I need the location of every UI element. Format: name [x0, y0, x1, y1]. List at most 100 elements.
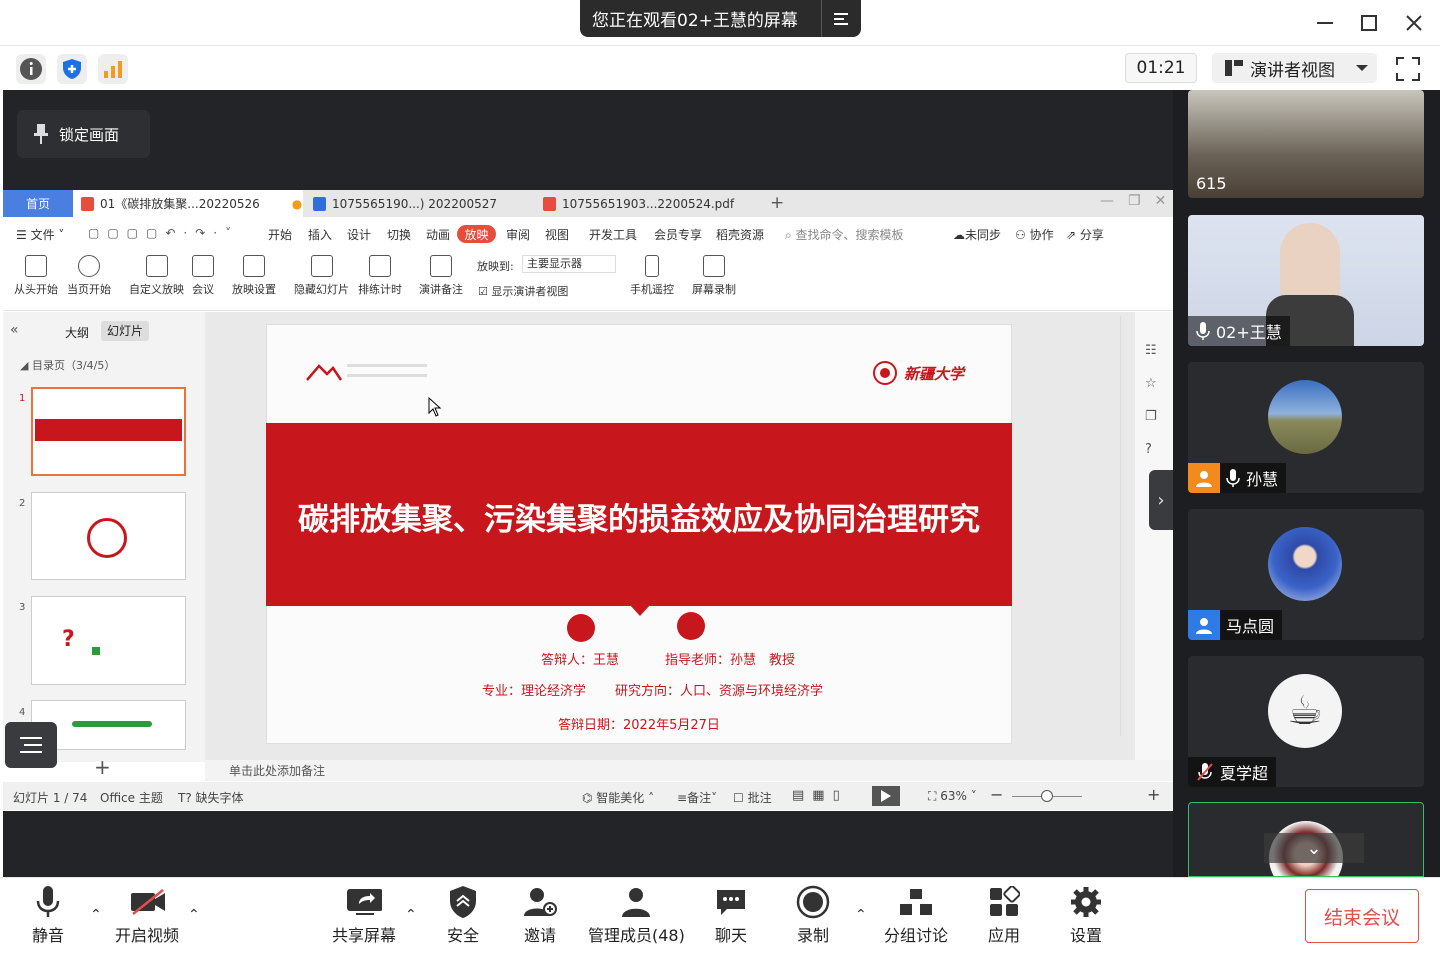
chevron-up-icon[interactable]: ⌃	[855, 907, 867, 923]
collapse-pane-icon[interactable]: «	[10, 322, 19, 338]
menu-transition[interactable]: 切换	[387, 226, 411, 243]
copy-icon[interactable]: ❐	[1145, 409, 1157, 424]
new-tab-icon[interactable]: +	[770, 193, 784, 213]
outline-section-title: 目录页（3/4/5）	[31, 359, 116, 372]
panel-expand-icon[interactable]: ›	[1149, 470, 1173, 530]
star-icon[interactable]: ☆	[1145, 376, 1157, 391]
participant-tile[interactable]: 615	[1188, 90, 1424, 198]
comment-button[interactable]: ☐ 批注	[733, 789, 772, 806]
tab-outline[interactable]: 大纲	[65, 324, 89, 341]
slide-thumbnail-1[interactable]	[31, 387, 186, 476]
shield-icon[interactable]	[57, 54, 87, 84]
chat-button[interactable]: 聊天	[713, 884, 749, 946]
display-select[interactable]: 主要显示器	[522, 255, 616, 273]
zoom-out-icon[interactable]: −	[990, 785, 1003, 804]
custom-show-button[interactable]: 自定义放映	[129, 255, 184, 297]
info-icon[interactable]	[16, 54, 46, 84]
menu-design[interactable]: 设计	[347, 226, 371, 243]
view-switcher[interactable]: ▤▦▯	[792, 788, 848, 803]
slideshow-play-icon[interactable]	[872, 786, 900, 806]
menu-docer[interactable]: 稻壳资源	[716, 226, 764, 243]
participant-tile[interactable]: 02+王慧	[1188, 215, 1424, 346]
close-icon[interactable]: ✕	[1155, 193, 1167, 209]
play-current-button[interactable]: 当页开始	[67, 255, 111, 297]
participant-tile[interactable]: 马点圆	[1188, 509, 1424, 640]
vertical-scrollbar[interactable]	[1120, 316, 1130, 736]
slide-thumbnail-3[interactable]: ?	[31, 596, 186, 685]
apps-button[interactable]: 应用	[986, 884, 1022, 946]
share-banner[interactable]: 您正在观看02+王慧的屏幕	[580, 0, 861, 37]
minimize-icon[interactable]	[1308, 6, 1342, 40]
scroll-down-icon[interactable]: ⌄	[1264, 833, 1364, 863]
chevron-up-icon[interactable]: ⌃	[90, 907, 102, 923]
help-icon[interactable]: ?	[1145, 442, 1157, 457]
command-search[interactable]: ⌕ 查找命令、搜索模板	[785, 226, 904, 243]
speaker-notes-button[interactable]: 演讲备注	[419, 255, 463, 297]
mute-button[interactable]: 静音	[30, 884, 66, 946]
notes-bar[interactable]: 单击此处添加备注	[205, 760, 1173, 781]
missing-font-button[interactable]: T? 缺失字体	[178, 789, 244, 806]
sliders-icon[interactable]: ☷	[1145, 343, 1157, 358]
add-slide-icon[interactable]: +	[94, 755, 111, 779]
zoom-level[interactable]: ⛶ 63% ˅	[928, 789, 977, 804]
lock-screen-button[interactable]: 锁定画面	[17, 110, 150, 158]
manage-members-button[interactable]: 管理成员(48)	[588, 884, 685, 946]
record-button[interactable]: 录制	[795, 884, 831, 946]
menu-insert[interactable]: 插入	[308, 226, 332, 243]
tab-slides[interactable]: 幻灯片	[101, 321, 149, 341]
phone-remote-button[interactable]: 手机遥控	[630, 255, 674, 297]
menu-file[interactable]: ☰ 文件 ˅	[16, 226, 64, 243]
ribbon-label: 会议	[192, 283, 214, 296]
rehearse-button[interactable]: 排练计时	[358, 255, 402, 297]
invite-label: 邀请	[523, 926, 556, 945]
show-settings-button[interactable]: 放映设置	[232, 255, 276, 297]
meeting-button[interactable]: 会议	[192, 255, 214, 297]
settings-button[interactable]: 设置	[1068, 884, 1104, 946]
fullscreen-icon[interactable]	[1394, 55, 1422, 83]
close-icon[interactable]	[1397, 6, 1431, 40]
presenter-view-checkbox[interactable]: ☑ 显示演讲者视图	[478, 283, 568, 299]
tab-ppt[interactable]: 01《碳排放集聚...20220526 ●	[73, 190, 303, 217]
menu-review[interactable]: 审阅	[506, 226, 530, 243]
signal-icon[interactable]	[98, 54, 128, 84]
outline-section[interactable]: ◢ 目录页（3/4/5）	[20, 357, 115, 373]
menu-animation[interactable]: 动画	[426, 226, 450, 243]
quick-access-icons[interactable]: ▢▢▢▢↶·↷·˅	[88, 226, 239, 240]
participant-tile[interactable]: ⌄	[1188, 802, 1424, 877]
security-button[interactable]: 安全	[445, 884, 481, 946]
zoom-in-icon[interactable]: +	[1147, 785, 1160, 804]
share-screen-button[interactable]: 共享屏幕	[332, 884, 396, 946]
participant-tile[interactable]: ☕ 夏学超	[1188, 656, 1424, 787]
end-meeting-button[interactable]: 结束会议	[1305, 889, 1419, 943]
view-mode-button[interactable]: 演讲者视图	[1212, 53, 1377, 83]
menu-start[interactable]: 开始	[268, 226, 292, 243]
collab-button[interactable]: ⚇ 协作	[1015, 226, 1054, 243]
slide-thumbnail-2[interactable]	[31, 492, 186, 580]
sync-button[interactable]: ☁未同步	[953, 226, 1001, 243]
list-icon[interactable]	[821, 0, 861, 37]
menu-developer[interactable]: 开发工具	[589, 226, 637, 243]
invite-button[interactable]: 邀请	[522, 884, 558, 946]
beautify-button[interactable]: ⌬ 智能美化 ˄	[582, 789, 654, 806]
menu-slideshow[interactable]: 放映	[457, 225, 496, 243]
hide-slide-button[interactable]: 隐藏幻灯片	[294, 255, 349, 297]
tab-pdf[interactable]: 10755651903...2200524.pdf	[535, 190, 760, 217]
maximize-icon[interactable]	[1352, 6, 1386, 40]
play-from-start-button[interactable]: 从头开始	[14, 255, 58, 297]
zoom-slider-handle[interactable]	[1041, 790, 1053, 802]
outline-toggle-icon[interactable]	[5, 722, 57, 768]
tab-doc[interactable]: 1075565190...) 202200527	[305, 190, 530, 217]
breakout-button[interactable]: 分组讨论	[884, 884, 948, 946]
chevron-up-icon[interactable]: ⌃	[405, 907, 417, 923]
restore-icon[interactable]: ❐	[1128, 193, 1141, 209]
start-video-button[interactable]: 开启视频	[115, 884, 179, 946]
screen-record-button[interactable]: 屏幕录制	[692, 255, 736, 297]
tab-home[interactable]: 首页	[3, 190, 73, 217]
chevron-up-icon[interactable]: ⌃	[188, 907, 200, 923]
participant-tile[interactable]: 孙慧	[1188, 362, 1424, 493]
minimize-icon[interactable]: —	[1100, 193, 1114, 209]
notes-button[interactable]: ≡备注˅	[677, 789, 717, 806]
share-doc-button[interactable]: ⇗ 分享	[1066, 226, 1104, 243]
menu-member[interactable]: 会员专享	[654, 226, 702, 243]
menu-view[interactable]: 视图	[545, 226, 569, 243]
